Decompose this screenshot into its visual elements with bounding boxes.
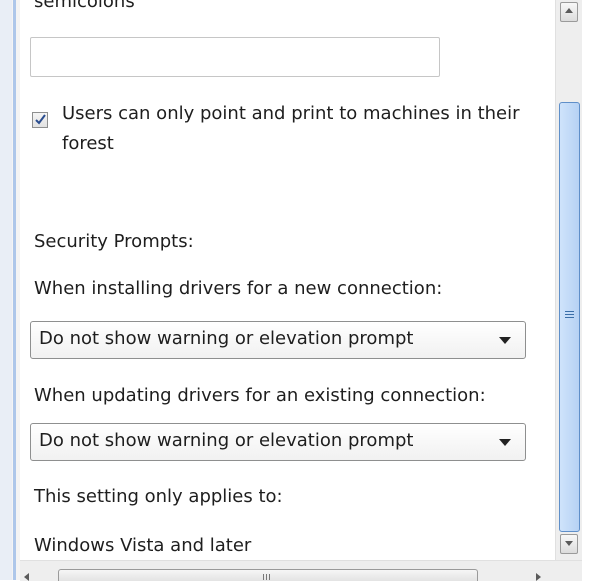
scroll-down-button[interactable] <box>560 534 578 554</box>
install-drivers-label: When installing drivers for a new connec… <box>34 278 443 299</box>
cut-off-label: semicolons <box>34 0 135 12</box>
server-list-input[interactable] <box>30 37 440 77</box>
window-frame-left <box>0 0 20 580</box>
horizontal-scrollbar[interactable] <box>20 560 582 581</box>
window-edge-right <box>582 0 597 580</box>
grip-line <box>565 317 574 318</box>
install-prompt-value: Do not show warning or elevation prompt <box>39 328 414 349</box>
grip-line <box>565 314 574 315</box>
update-prompt-dropdown[interactable]: Do not show warning or elevation prompt <box>30 423 526 461</box>
grip-line <box>266 574 267 580</box>
horizontal-scroll-thumb[interactable] <box>58 569 478 581</box>
security-prompts-heading: Security Prompts: <box>34 231 194 252</box>
update-drivers-label: When updating drivers for an existing co… <box>34 385 486 406</box>
check-icon <box>35 114 46 125</box>
vertical-scroll-thumb[interactable] <box>559 102 580 532</box>
install-prompt-dropdown[interactable]: Do not show warning or elevation prompt <box>30 321 526 359</box>
arrow-up-icon <box>565 8 573 13</box>
update-prompt-value: Do not show warning or elevation prompt <box>39 430 414 451</box>
chevron-down-icon <box>499 439 511 446</box>
applies-to-label: This setting only applies to: <box>34 486 283 507</box>
arrow-down-icon <box>565 541 573 546</box>
scroll-up-button[interactable] <box>560 2 578 22</box>
chevron-down-icon <box>499 337 511 344</box>
grip-line <box>263 574 264 580</box>
forest-only-checkbox[interactable] <box>32 112 48 128</box>
vertical-scrollbar[interactable] <box>555 0 583 560</box>
grip-line <box>565 311 574 312</box>
forest-only-label[interactable]: Users can only point and print to machin… <box>62 99 532 159</box>
grip-line <box>269 574 270 580</box>
options-panel: semicolons Users can only point and prin… <box>20 0 555 560</box>
applies-to-value: Windows Vista and later <box>34 535 252 556</box>
